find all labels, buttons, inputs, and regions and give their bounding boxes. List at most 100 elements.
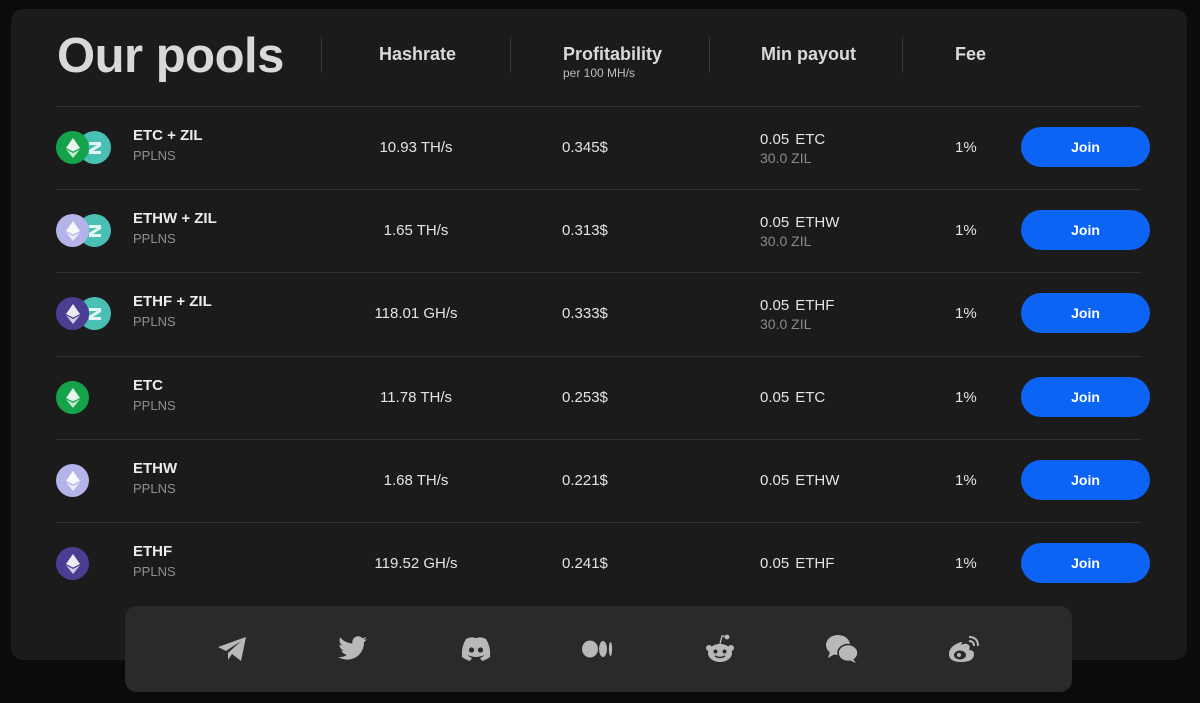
ethw-coin-icon — [56, 214, 89, 247]
column-fee: Fee — [955, 44, 987, 64]
pool-min-payout-extra: 30.0 ZIL — [760, 233, 812, 249]
pool-row: ETHF + ZIL PPLNS 118.01 GH/s 0.333$ 0.05… — [0, 272, 1200, 355]
ethw-coin-icon — [56, 464, 89, 497]
coin-icons — [56, 547, 116, 581]
social-links-bar — [125, 606, 1072, 692]
column-profitability: Profitability — [563, 44, 663, 64]
ethf-coin-icon — [56, 297, 89, 330]
min-payout-unit: ETHF — [795, 297, 835, 314]
pool-min-payout-extra: 30.0 ZIL — [760, 316, 812, 332]
weibo-icon[interactable] — [947, 632, 981, 666]
pool-min-payout: 0.05 ETHW — [760, 472, 839, 489]
pool-min-payout: 0.05 ETC — [760, 131, 825, 148]
pool-row: ETHW + ZIL PPLNS 1.65 TH/s 0.313$ 0.05 ET… — [0, 189, 1200, 272]
column-hashrate: Hashrate — [379, 44, 457, 64]
join-button[interactable]: Join — [1021, 377, 1150, 417]
pool-fee: 1% — [955, 389, 977, 406]
row-divider — [57, 272, 1141, 273]
pool-profitability: 0.345$ — [562, 139, 608, 156]
pool-profitability: 0.253$ — [562, 389, 608, 406]
ethf-coin-icon — [56, 547, 89, 580]
page-title: Our pools — [57, 29, 284, 83]
pool-min-payout: 0.05 ETHF — [760, 297, 834, 314]
pool-fee: 1% — [955, 472, 977, 489]
min-payout-amount: 0.05 — [760, 389, 790, 406]
row-divider — [57, 189, 1141, 190]
coin-icons — [56, 381, 116, 415]
pool-name: ETC — [133, 377, 163, 394]
pool-row: ETHF PPLNS 119.52 GH/s 0.241$ 0.05 ETHF 1… — [0, 522, 1200, 605]
pool-type: PPLNS — [133, 148, 176, 163]
row-divider — [57, 106, 1141, 107]
min-payout-unit: ETC — [795, 389, 826, 406]
header-divider — [709, 37, 710, 73]
pool-min-payout-extra: 30.0 ZIL — [760, 150, 812, 166]
column-min-payout: Min payout — [761, 44, 856, 64]
min-payout-amount: 0.05 — [760, 472, 790, 489]
twitter-icon[interactable] — [336, 632, 370, 666]
min-payout-amount: 0.05 — [760, 297, 790, 314]
row-divider — [57, 522, 1141, 523]
pool-fee: 1% — [955, 139, 977, 156]
telegram-icon[interactable] — [215, 632, 249, 666]
pool-name: ETHW — [133, 460, 178, 477]
min-payout-amount: 0.05 — [760, 131, 790, 148]
coin-icons — [56, 131, 116, 165]
pool-min-payout: 0.05 ETC — [760, 389, 825, 406]
pool-type: PPLNS — [133, 314, 176, 329]
coin-icons — [56, 297, 116, 331]
etc-coin-icon — [56, 131, 89, 164]
pool-name: ETHW + ZIL — [133, 210, 217, 227]
pool-hashrate: 118.01 GH/s — [374, 305, 458, 322]
pool-hashrate: 119.52 GH/s — [374, 555, 458, 572]
pool-hashrate: 10.93 TH/s — [379, 139, 453, 156]
discord-icon[interactable] — [459, 632, 493, 666]
row-divider — [57, 439, 1141, 440]
min-payout-unit: ETHW — [795, 214, 840, 231]
pool-profitability: 0.313$ — [562, 222, 608, 239]
pool-name: ETHF + ZIL — [133, 293, 212, 310]
pool-type: PPLNS — [133, 398, 176, 413]
pool-name: ETC + ZIL — [133, 127, 203, 144]
pools-header: Our pools Hashrate Profitability per 100… — [0, 0, 1200, 106]
pool-hashrate: 11.78 TH/s — [380, 389, 452, 406]
pool-row: ETC + ZIL PPLNS 10.93 TH/s 0.345$ 0.05 ET… — [0, 106, 1200, 189]
min-payout-unit: ETC — [795, 131, 826, 148]
min-payout-unit: ETHW — [795, 472, 840, 489]
pool-min-payout: 0.05 ETHW — [760, 214, 839, 231]
header-divider — [321, 37, 322, 73]
join-button[interactable]: Join — [1021, 543, 1150, 583]
min-payout-unit: ETHF — [795, 555, 835, 572]
pool-type: PPLNS — [133, 564, 176, 579]
header-divider — [902, 37, 903, 73]
join-button[interactable]: Join — [1021, 293, 1150, 333]
pool-profitability: 0.333$ — [562, 305, 608, 322]
pool-row: ETHW PPLNS 1.68 TH/s 0.221$ 0.05 ETHW 1% … — [0, 439, 1200, 522]
min-payout-amount: 0.05 — [760, 214, 790, 231]
etc-coin-icon — [56, 381, 89, 414]
pool-name: ETHF — [133, 543, 173, 560]
pool-hashrate: 1.65 TH/s — [383, 222, 449, 239]
pool-fee: 1% — [955, 555, 977, 572]
join-button[interactable]: Join — [1021, 460, 1150, 500]
column-profitability-sub: per 100 MH/s — [563, 66, 636, 80]
reddit-icon[interactable] — [703, 632, 737, 666]
pool-hashrate: 1.68 TH/s — [383, 472, 449, 489]
pool-fee: 1% — [955, 305, 977, 322]
pool-type: PPLNS — [133, 481, 176, 496]
join-button[interactable]: Join — [1021, 210, 1150, 250]
medium-icon[interactable] — [581, 632, 615, 666]
pool-profitability: 0.221$ — [562, 472, 608, 489]
join-button[interactable]: Join — [1021, 127, 1150, 167]
pool-min-payout: 0.05 ETHF — [760, 555, 834, 572]
pool-type: PPLNS — [133, 231, 176, 246]
coin-icons — [56, 214, 116, 248]
coin-icons — [56, 464, 116, 498]
pool-fee: 1% — [955, 222, 977, 239]
pool-profitability: 0.241$ — [562, 555, 608, 572]
min-payout-amount: 0.05 — [760, 555, 790, 572]
row-divider — [57, 356, 1141, 357]
pool-row: ETC PPLNS 11.78 TH/s 0.253$ 0.05 ETC 1% J… — [0, 356, 1200, 439]
header-divider — [510, 37, 511, 73]
wechat-icon[interactable] — [825, 632, 859, 666]
